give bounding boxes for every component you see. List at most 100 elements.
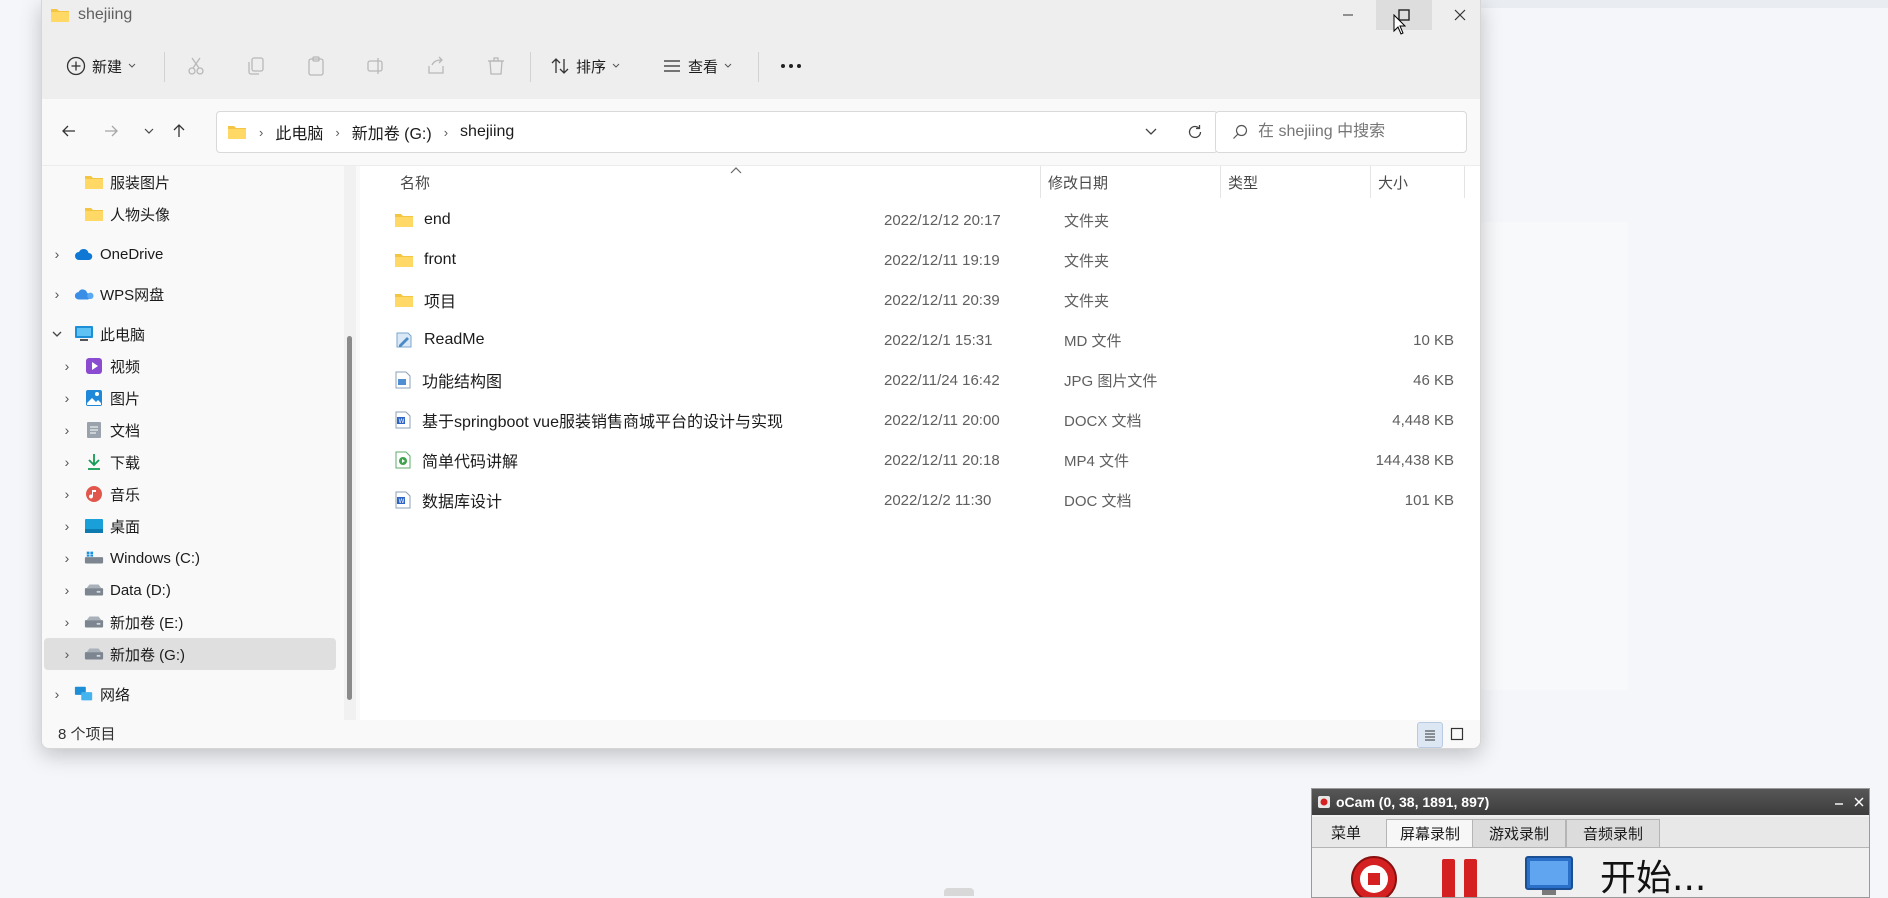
ocam-minimize-button[interactable] [1829,789,1849,815]
file-row[interactable]: end 2022/12/12 20:17 文件夹 [384,200,1454,240]
column-header-size[interactable]: 大小 [1378,166,1408,198]
address-history-button[interactable] [1129,112,1173,152]
sidebar-item-network[interactable]: › 网络 [44,678,336,710]
column-header-name[interactable]: 名称 [400,166,430,198]
view-button[interactable]: 查看 [662,48,732,84]
sort-icon [551,58,569,74]
chevron-down-icon[interactable] [50,318,64,350]
sidebar-item-avatars[interactable]: 人物头像 [44,198,336,230]
chevron-right-icon[interactable]: › [60,542,74,574]
sidebar-item-label: 服装图片 [110,174,171,192]
sidebar-item-pictures[interactable]: › 图片 [44,382,336,414]
file-row[interactable]: 功能结构图 2022/11/24 16:42 JPG 图片文件 46 KB [384,360,1454,400]
sidebar-item-drive-g[interactable]: › 新加卷 (G:) [44,638,336,670]
svg-text:W: W [399,418,405,425]
back-button[interactable] [54,115,84,147]
sidebar-item-desktop[interactable]: › 桌面 [44,510,336,542]
minimize-button[interactable] [1320,0,1376,30]
scrollbar-thumb[interactable] [347,336,352,700]
copy-button[interactable] [246,48,266,84]
scissors-icon [188,57,204,75]
cut-button[interactable] [186,48,206,84]
chevron-right-icon[interactable]: › [60,414,74,446]
delete-button[interactable] [486,48,506,84]
taskbar-handle[interactable] [944,888,974,896]
column-divider[interactable] [1040,166,1041,198]
sidebar-item-documents[interactable]: › 文档 [44,414,336,446]
file-row[interactable]: front 2022/12/11 19:19 文件夹 [384,240,1454,280]
file-size: 10 KB [1413,331,1454,349]
file-row[interactable]: W 数据库设计 2022/12/2 11:30 DOC 文档 101 KB [384,480,1454,520]
sort-button[interactable]: 排序 [550,48,620,84]
sidebar-item-label: 桌面 [110,518,141,536]
search-input[interactable] [1256,122,1460,142]
chevron-right-icon[interactable]: › [60,510,74,542]
file-row[interactable]: 项目 2022/12/11 20:39 文件夹 [384,280,1454,320]
ocam-game-record-tab[interactable]: 游戏录制 [1472,819,1566,847]
ocam-screen-record-tab[interactable]: 屏幕录制 [1386,819,1474,847]
file-row[interactable]: W 基于springboot vue服装销售商城平台的设计与实现 2022/12… [384,400,1454,440]
sidebar-item-clothing-images[interactable]: 服装图片 [44,166,336,198]
chevron-right-icon[interactable]: › [50,278,64,310]
column-divider[interactable] [1370,166,1371,198]
column-divider[interactable] [1220,166,1221,198]
sidebar-item-music[interactable]: › 音乐 [44,478,336,510]
chevron-right-icon[interactable]: › [60,606,74,638]
chevron-right-icon[interactable]: › [60,574,74,606]
chevron-right-icon[interactable]: › [60,350,74,382]
breadcrumb-item-drive-g[interactable]: 新加卷 (G:) [352,120,432,144]
ocam-audio-record-tab[interactable]: 音频录制 [1566,819,1660,847]
share-button[interactable] [426,48,446,84]
ocam-start-label: 开始... [1600,858,1707,898]
up-button[interactable] [164,115,194,147]
file-list: 名称 修改日期 类型 大小 end 2022/12/12 20:17 文件夹 f… [360,166,1480,720]
sidebar-item-drive-c[interactable]: › Windows (C:) [44,542,336,574]
chevron-right-icon[interactable]: › [60,478,74,510]
sidebar-scrollbar[interactable] [344,166,356,720]
column-header-type[interactable]: 类型 [1228,166,1258,198]
new-button[interactable]: 新建 [66,48,136,84]
ocam-close-button[interactable] [1849,789,1869,815]
chevron-right-icon[interactable]: › [60,638,74,670]
file-date: 2022/12/12 20:17 [884,211,1001,229]
sidebar-item-drive-e[interactable]: › 新加卷 (E:) [44,606,336,638]
chevron-right-icon[interactable]: › [60,446,74,478]
sidebar-item-videos[interactable]: › 视频 [44,350,336,382]
ocam-record-button[interactable] [1350,855,1398,897]
column-divider[interactable] [1464,166,1465,198]
file-row[interactable]: ReadMe 2022/12/1 15:31 MD 文件 10 KB [384,320,1454,360]
chevron-right-icon[interactable]: › [50,238,64,270]
ocam-capture-area-button[interactable] [1524,855,1574,897]
file-type: 文件夹 [1064,252,1110,270]
paste-button[interactable] [306,48,326,84]
thumbnail-view-button[interactable] [1445,722,1469,746]
breadcrumb-item-this-pc[interactable]: 此电脑 [275,120,323,144]
forward-button[interactable] [96,115,126,147]
file-name: 功能结构图 [422,374,503,391]
details-view-button[interactable] [1417,722,1443,748]
more-options-button[interactable] [780,48,802,84]
pause-icon [1442,859,1477,897]
column-header-date[interactable]: 修改日期 [1048,166,1108,198]
chevron-right-icon[interactable]: › [60,382,74,414]
breadcrumb-item-shejiing[interactable]: shejiing [460,123,514,141]
file-name: 简单代码讲解 [422,454,519,471]
file-row[interactable]: 简单代码讲解 2022/12/11 20:18 MP4 文件 144,438 K… [384,440,1454,480]
close-button[interactable] [1432,0,1480,30]
sidebar-item-label: 视频 [110,358,141,376]
refresh-button[interactable] [1173,112,1217,152]
sidebar-item-wps-drive[interactable]: › WPS网盘 [44,278,336,310]
chevron-right-icon[interactable]: › [50,678,64,710]
recent-locations-button[interactable] [134,115,164,147]
sidebar-item-drive-d[interactable]: › Data (D:) [44,574,336,606]
ocam-pause-button[interactable] [1440,855,1480,897]
sidebar-item-downloads[interactable]: › 下载 [44,446,336,478]
address-bar[interactable]: › 此电脑 › 新加卷 (G:) › shejiing [216,111,1218,153]
rename-button[interactable] [366,48,386,84]
file-type: MD 文件 [1064,332,1122,350]
sidebar-item-onedrive[interactable]: › OneDrive [44,238,336,270]
search-box[interactable] [1215,111,1467,153]
ocam-menu-tab[interactable]: 菜单 [1318,819,1374,846]
sidebar-item-this-pc[interactable]: 此电脑 [44,318,336,350]
file-name-cell: 简单代码讲解 [394,440,518,480]
